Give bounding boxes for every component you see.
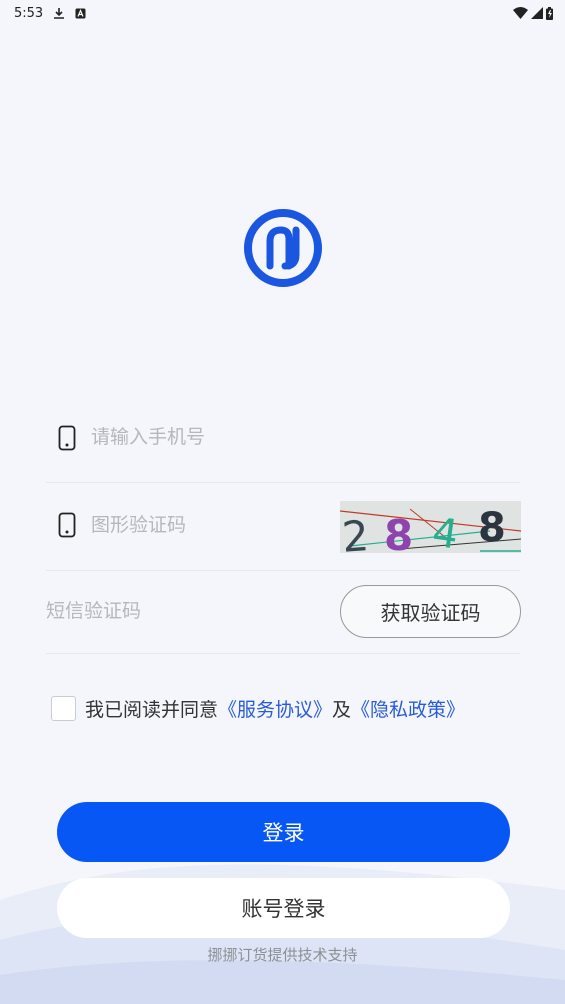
phone-input[interactable] bbox=[91, 417, 331, 457]
agreement-connector: 及 bbox=[332, 698, 352, 721]
phone-icon bbox=[58, 425, 76, 451]
agreement-row: 我已阅读并同意 《服务协议》 及 《隐私政策》 bbox=[51, 694, 465, 722]
captcha-input[interactable] bbox=[91, 505, 331, 545]
captcha-char: 8 bbox=[384, 511, 413, 553]
footer-credit: 挪挪订货提供技术支持 bbox=[207, 946, 358, 964]
wifi-icon bbox=[513, 7, 528, 19]
login-button[interactable]: 登录 bbox=[57, 802, 510, 862]
a-badge-icon bbox=[75, 8, 86, 19]
signal-icon bbox=[531, 7, 543, 19]
get-code-button[interactable]: 获取验证码 bbox=[340, 585, 521, 638]
download-icon bbox=[53, 7, 65, 20]
service-agreement-link[interactable]: 《服务协议》 bbox=[218, 695, 332, 722]
captcha-char: 8 bbox=[478, 505, 506, 551]
captcha-row: 2 8 4 8 bbox=[46, 483, 521, 571]
sms-code-input[interactable] bbox=[46, 591, 316, 631]
battery-icon bbox=[546, 6, 553, 20]
captcha-char: 4 bbox=[429, 510, 461, 553]
account-login-button[interactable]: 账号登录 bbox=[57, 878, 510, 938]
privacy-policy-link[interactable]: 《隐私政策》 bbox=[351, 695, 465, 722]
agreement-checkbox[interactable] bbox=[51, 695, 76, 721]
status-bar: 5:53 bbox=[0, 0, 565, 26]
sms-row: 获取验证码 bbox=[46, 571, 521, 654]
captcha-image[interactable]: 2 8 4 8 bbox=[340, 501, 521, 553]
status-time: 5:53 bbox=[14, 5, 44, 21]
captcha-char: 2 bbox=[340, 511, 370, 553]
phone-icon bbox=[58, 512, 76, 538]
agreement-prefix: 我已阅读并同意 bbox=[85, 698, 219, 721]
phone-row bbox=[46, 393, 520, 483]
brand-logo-icon bbox=[244, 209, 322, 287]
